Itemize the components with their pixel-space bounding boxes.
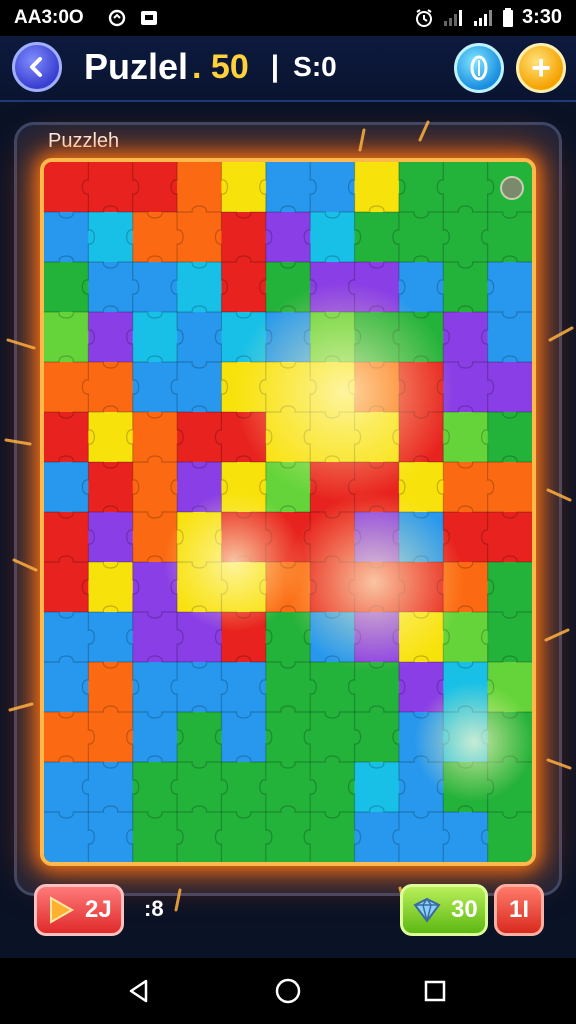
puzzle-piece[interactable] [443,262,489,313]
puzzle-piece[interactable] [487,312,532,363]
puzzle-piece[interactable] [177,662,222,713]
glow-highlight [284,492,464,672]
puzzle-piece[interactable] [487,262,532,313]
glow-highlight [414,682,532,802]
coin-icon [470,55,488,81]
puzzle-piece[interactable] [265,762,311,813]
puzzle-piece[interactable] [44,612,89,663]
home-circle-icon [275,978,301,1004]
plus-icon: + [531,48,551,87]
nav-back-button[interactable] [124,976,154,1006]
puzzle-piece[interactable] [132,612,178,663]
puzzle-piece[interactable] [177,262,222,313]
puzzle-piece[interactable] [487,362,532,413]
puzzle-piece[interactable] [88,362,134,413]
puzzle-piece[interactable] [88,162,134,213]
puzzle-piece[interactable] [132,312,178,363]
game-header: Puzlel . 50 | S:0 + [0,36,576,102]
puzzle-piece[interactable] [487,562,532,613]
puzzle-piece[interactable] [354,162,400,213]
puzzle-piece[interactable] [310,712,356,763]
chevron-left-icon [30,57,42,77]
status-time-left: AA3:0O [14,7,84,28]
status-bar: AA3:0O 3:30 [0,0,576,36]
puzzle-piece[interactable] [88,662,134,713]
puzzle-piece[interactable] [443,462,489,513]
play-icon [50,896,75,924]
puzzle-piece[interactable] [132,812,178,862]
coin-button[interactable] [454,43,504,93]
puzzle-piece[interactable] [487,512,532,563]
title-group: Puzlel . 50 | S:0 [84,44,337,90]
puzzle-piece[interactable] [132,712,178,763]
puzzle-piece[interactable] [265,162,311,213]
puzzle-piece[interactable] [221,712,267,763]
puzzle-piece[interactable] [221,212,267,263]
shield-gem-icon [413,897,441,923]
count-button[interactable]: 1I [494,884,544,936]
app-icon-1 [108,9,126,27]
app-icon-2 [141,11,157,25]
puzzle-piece[interactable] [88,462,134,513]
puzzle-piece[interactable] [44,212,89,263]
add-coins-button[interactable]: + [516,43,566,93]
back-button[interactable] [12,42,62,92]
puzzle-piece[interactable] [177,362,222,413]
count-value: 1I [508,896,529,923]
puzzle-piece[interactable] [44,712,89,763]
signal-icon-2 [473,9,492,26]
moves-counter: :8 [144,896,164,921]
glow-highlight [164,492,304,632]
puzzle-piece[interactable] [487,212,532,263]
alarm-icon [415,8,432,27]
puzzle-piece[interactable] [44,412,89,463]
puzzle-piece[interactable] [265,662,311,713]
puzzle-piece[interactable] [487,612,532,663]
score-value: . 50 [192,47,249,86]
puzzle-piece[interactable] [132,212,178,263]
puzzle-piece[interactable] [354,762,400,813]
puzzle-piece[interactable] [487,462,532,513]
puzzle-piece[interactable] [487,412,532,463]
puzzle-piece[interactable] [44,512,89,563]
puzzle-piece[interactable] [88,762,134,813]
puzzle-piece[interactable] [221,812,267,862]
header-separator: | [270,50,280,83]
status-right: 3:30 [414,6,562,29]
play-value: 2J [85,896,112,923]
puzzle-piece[interactable] [487,812,532,862]
timer-value: S:0 [293,51,337,82]
gem-value: 30 [451,896,478,923]
signal-icon [443,9,462,26]
puzzle-piece[interactable] [398,812,444,862]
hint-button[interactable] [500,176,524,200]
puzzle-piece[interactable] [44,812,89,862]
status-time-right: 3:30 [521,6,562,28]
puzzle-piece[interactable] [177,162,222,213]
puzzle-piece[interactable] [132,412,178,463]
puzzle-grid[interactable] [44,162,532,862]
gem-button[interactable]: 30 [400,884,488,936]
puzzle-piece[interactable] [88,562,134,613]
puzzle-piece[interactable] [44,312,89,363]
puzzle-piece[interactable] [177,762,222,813]
nav-recents-button[interactable] [420,976,450,1006]
play-button[interactable]: 2J [34,884,124,936]
puzzle-board[interactable] [44,162,532,862]
game-title: Puzlel [84,46,189,87]
recents-square-icon [424,980,446,1002]
navigation-bar [0,958,576,1024]
puzzle-piece[interactable] [398,212,444,263]
back-triangle-icon [129,979,148,1003]
puzzle-piece[interactable] [88,262,134,313]
battery-icon [502,7,513,27]
puzzle-piece[interactable] [443,162,489,213]
puzzle-label: Puzzleh [48,130,120,152]
nav-home-button[interactable] [273,976,303,1006]
puzzle-piece[interactable] [310,212,356,263]
puzzle-piece[interactable] [310,812,356,862]
glow-highlight [234,282,454,502]
